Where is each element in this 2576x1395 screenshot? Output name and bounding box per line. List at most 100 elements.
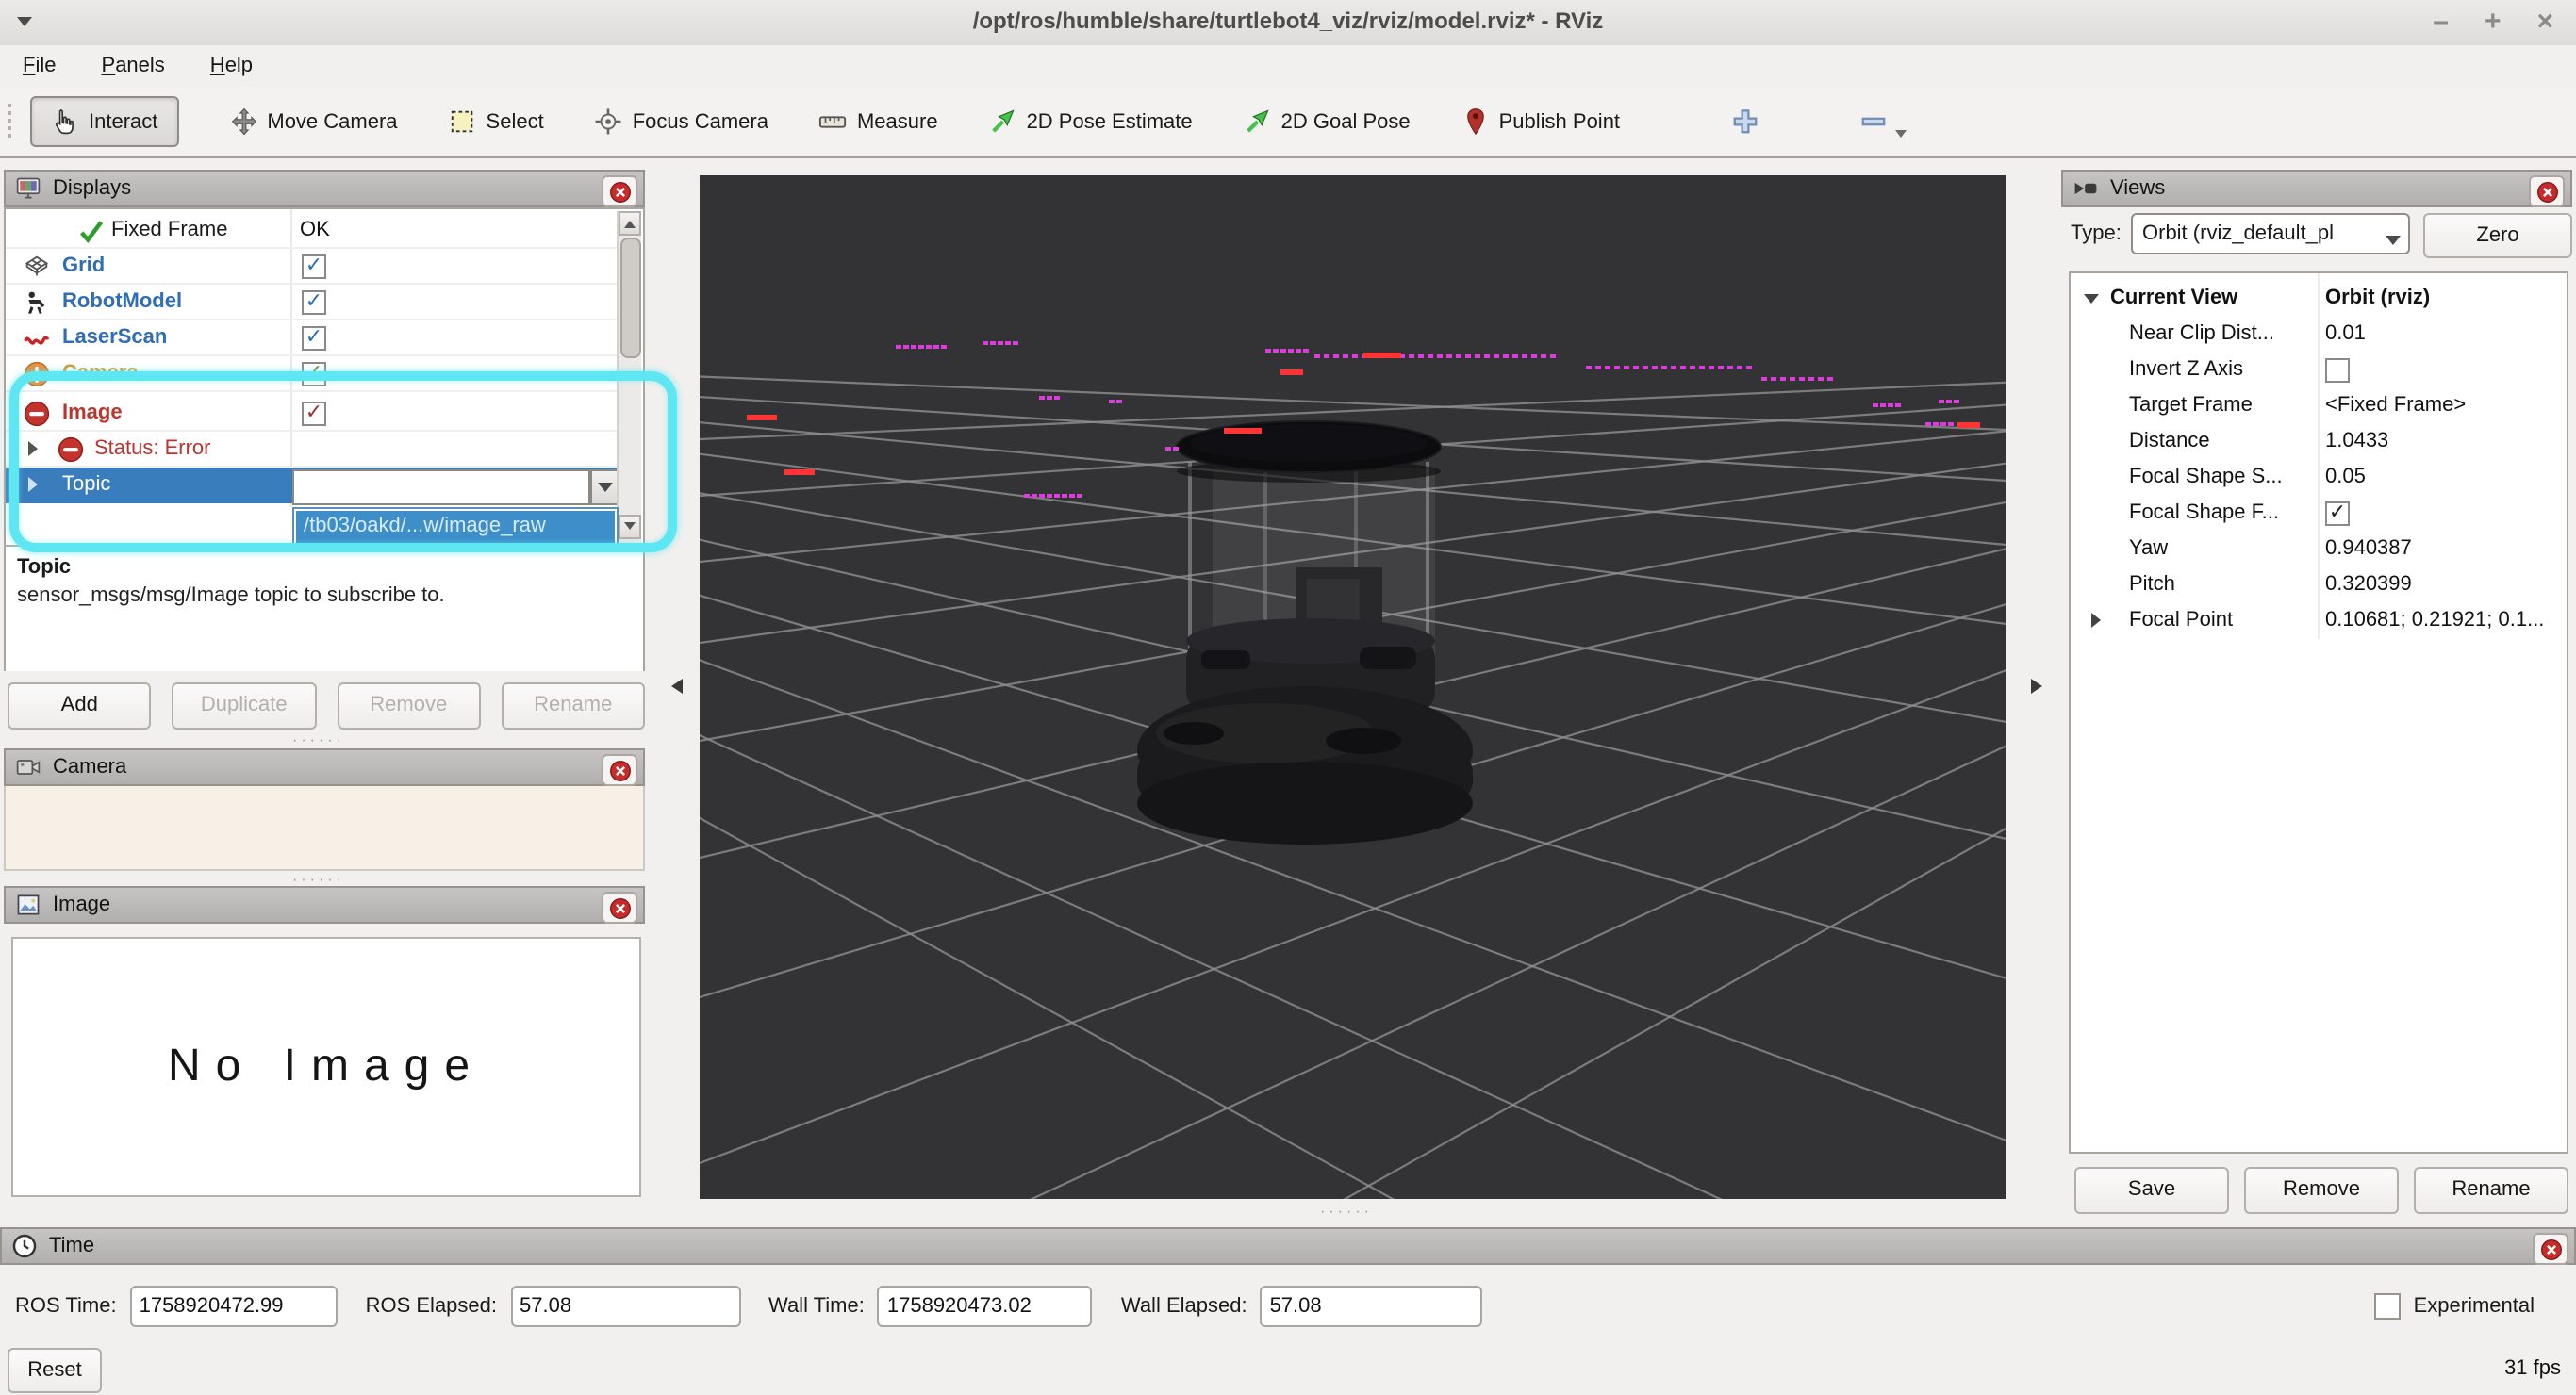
- render-viewport-3d[interactable]: [700, 175, 2006, 1199]
- focal-shape-f-checkbox[interactable]: ✓: [2325, 501, 2350, 526]
- grid-checkbox[interactable]: ✓: [302, 254, 326, 279]
- remove-view-button[interactable]: Remove: [2244, 1167, 2399, 1214]
- menu-help[interactable]: Help: [210, 55, 253, 77]
- distance-value: 1.0433: [2325, 430, 2388, 452]
- laser-point: [1948, 422, 1954, 426]
- reset-button[interactable]: Reset: [8, 1348, 102, 1393]
- grid-icon: [23, 253, 51, 281]
- wall-elapsed-input[interactable]: [1261, 1286, 1483, 1327]
- laser-point: [1363, 353, 1371, 358]
- menu-file[interactable]: File: [23, 55, 57, 77]
- laser-point: [1077, 494, 1082, 498]
- scroll-down-button[interactable]: [619, 515, 641, 539]
- displays-row-robotmodel[interactable]: RobotModel✓: [6, 285, 620, 320]
- views-row-current-view[interactable]: Current ViewOrbit (rviz): [2072, 281, 2565, 317]
- views-row-distance[interactable]: Distance1.0433: [2072, 424, 2565, 460]
- maximize-button[interactable]: +: [2485, 0, 2502, 45]
- views-row-target-frame[interactable]: Target Frame<Fixed Frame>: [2072, 388, 2565, 424]
- displays-row-grid[interactable]: Grid✓: [6, 249, 620, 285]
- ros-elapsed-input[interactable]: [510, 1286, 740, 1327]
- close-window-button[interactable]: ×: [2536, 0, 2553, 45]
- toolbar-grip[interactable]: [8, 104, 11, 141]
- laser-point: [1790, 377, 1795, 381]
- topic-dropdown-item[interactable]: /tb03/oakd/...w/image_raw: [296, 511, 615, 543]
- menu-panels[interactable]: Panels: [102, 55, 165, 77]
- displays-row-status-error[interactable]: Status: Error: [6, 432, 620, 468]
- invert-z-axis-checkbox[interactable]: [2325, 358, 2350, 383]
- displays-row-fixed-frame[interactable]: Fixed FrameOK: [6, 213, 620, 249]
- robotmodel-checkbox[interactable]: ✓: [302, 290, 326, 315]
- expand-arrow-icon[interactable]: [28, 441, 45, 456]
- views-row-near-clip-dist[interactable]: Near Clip Dist...0.01: [2072, 317, 2565, 353]
- experimental-checkbox[interactable]: [2374, 1293, 2401, 1320]
- tool-2d-pose-estimate[interactable]: 2D Pose Estimate: [989, 107, 1193, 136]
- laser-point: [1946, 400, 1952, 403]
- error-icon: [57, 435, 85, 464]
- target-frame-label: Target Frame: [2129, 394, 2253, 417]
- add-button[interactable]: Add: [8, 682, 152, 730]
- displays-close-button[interactable]: [602, 175, 637, 207]
- tool-interact[interactable]: Interact: [30, 96, 178, 147]
- image-checkbox[interactable]: ✓: [302, 402, 326, 426]
- laser-point: [1780, 377, 1786, 381]
- select-icon: [449, 107, 477, 136]
- image-close-button[interactable]: [602, 892, 637, 924]
- laser-point: [1484, 354, 1490, 358]
- laser-point: [1165, 447, 1171, 451]
- views-row-yaw[interactable]: Yaw0.940387: [2072, 532, 2565, 567]
- tool-focus-camera-label: Focus Camera: [633, 110, 768, 133]
- tool-focus-camera[interactable]: Focus Camera: [595, 107, 768, 136]
- tool-publish-point[interactable]: Publish Point: [1461, 107, 1620, 136]
- time-close-button[interactable]: [2533, 1233, 2568, 1265]
- scroll-up-button[interactable]: [619, 211, 641, 236]
- minus-tool-button[interactable]: [1859, 107, 1888, 136]
- laserscan-checkbox[interactable]: ✓: [302, 326, 326, 351]
- laser-point: [1586, 366, 1592, 369]
- topic-combobox[interactable]: [292, 469, 590, 505]
- laser-point: [1771, 377, 1776, 381]
- save-view-button[interactable]: Save: [2074, 1167, 2229, 1214]
- views-row-pitch[interactable]: Pitch0.320399: [2072, 567, 2565, 603]
- laser-point: [1247, 428, 1254, 434]
- minimize-button[interactable]: –: [2433, 0, 2449, 45]
- camera-close-button[interactable]: [602, 754, 637, 786]
- time-panel-title: Time: [49, 1235, 94, 1257]
- status-error-label: Status: Error: [94, 437, 211, 460]
- views-row-focal-point[interactable]: Focal Point0.10681; 0.21921; 0.1...: [2072, 603, 2565, 639]
- laser-point: [1671, 366, 1676, 369]
- splitter-handle[interactable]: ······: [292, 731, 345, 748]
- tool-measure[interactable]: Measure: [819, 107, 938, 136]
- views-row-focal-shape-s[interactable]: Focal Shape S...0.05: [2072, 460, 2565, 496]
- laser-point: [1296, 349, 1301, 353]
- displays-row-camera[interactable]: Camera✓: [6, 356, 620, 392]
- window-controls: – + ×: [2433, 0, 2553, 45]
- displays-row-laserscan[interactable]: LaserScan✓: [6, 320, 620, 356]
- tool-move-camera[interactable]: Move Camera: [229, 107, 397, 136]
- views-row-focal-shape-f[interactable]: Focal Shape F...✓: [2072, 496, 2565, 532]
- rename-view-button[interactable]: Rename: [2414, 1167, 2568, 1214]
- laser-point: [1680, 366, 1686, 369]
- scrollbar-thumb[interactable]: [620, 238, 641, 358]
- splitter-handle[interactable]: ······: [1320, 1203, 1373, 1220]
- laser-point: [1047, 494, 1052, 498]
- tool-2d-goal-pose[interactable]: 2D Goal Pose: [1244, 107, 1411, 136]
- views-close-button[interactable]: [2529, 175, 2565, 207]
- expand-arrow-icon[interactable]: [2084, 294, 2099, 311]
- displays-row-image[interactable]: Image✓: [6, 396, 620, 432]
- view-type-combobox[interactable]: Orbit (rviz_default_pl: [2131, 213, 2410, 254]
- displays-scrollbar[interactable]: [617, 211, 641, 543]
- collapse-right-panel-arrow[interactable]: [2031, 679, 2050, 694]
- error-icon: [23, 400, 51, 428]
- wall-time-input[interactable]: [878, 1286, 1093, 1327]
- plus-tool-button[interactable]: [1731, 107, 1759, 136]
- tool-select[interactable]: Select: [449, 107, 544, 136]
- expand-arrow-icon[interactable]: [2091, 613, 2108, 628]
- collapse-left-panel-arrow[interactable]: [664, 679, 683, 694]
- laser-point: [1880, 403, 1886, 407]
- ros-time-input[interactable]: [130, 1286, 338, 1327]
- zero-button[interactable]: Zero: [2423, 213, 2572, 258]
- camera-checkbox[interactable]: ✓: [302, 362, 326, 386]
- views-row-invert-z-axis[interactable]: Invert Z Axis: [2072, 353, 2565, 388]
- laser-point: [1614, 366, 1620, 369]
- expand-arrow-icon[interactable]: [28, 477, 45, 492]
